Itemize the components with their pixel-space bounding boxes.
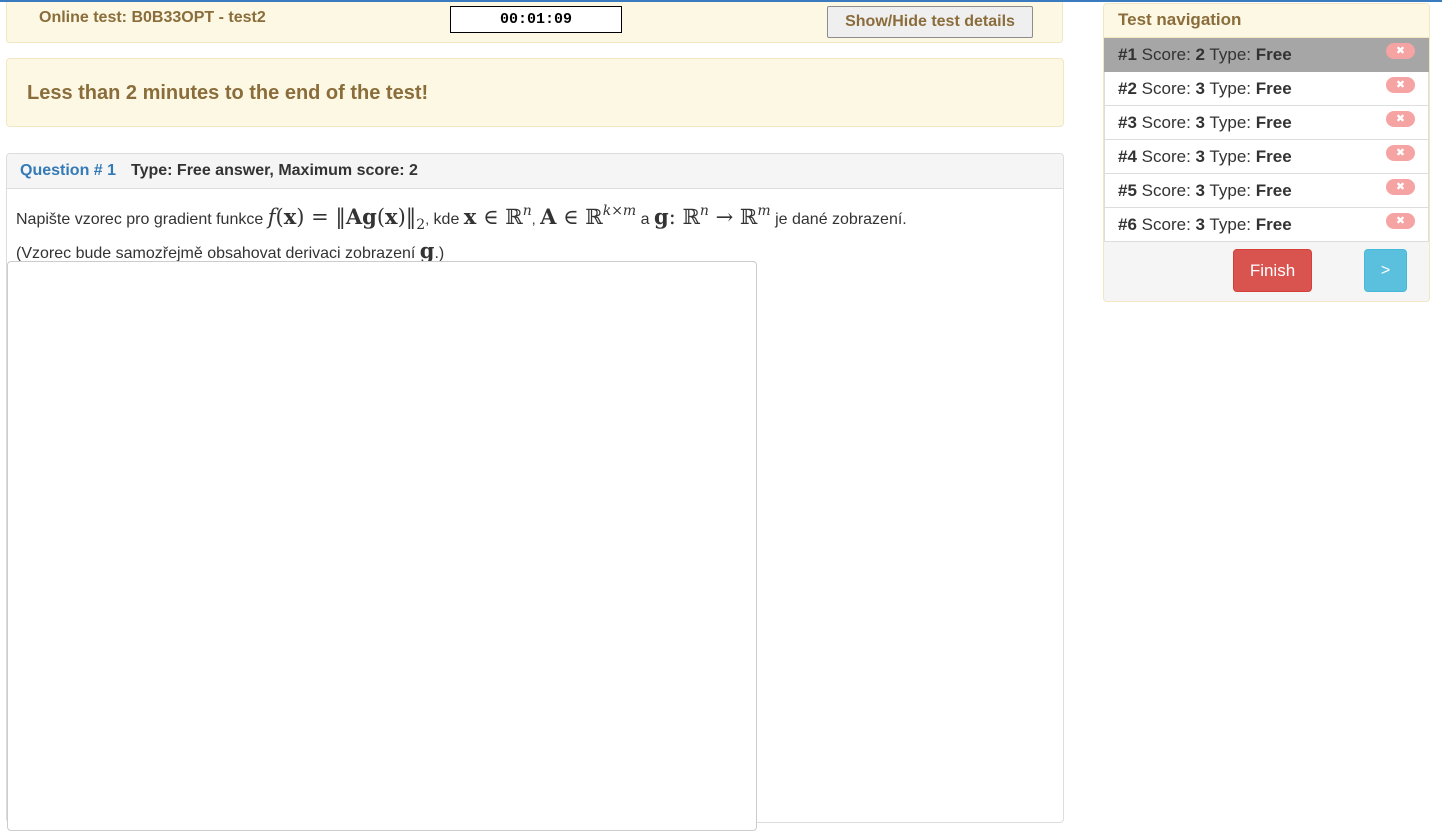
nav-item-label: #3 Score: 3 Type: Free	[1118, 113, 1292, 132]
nav-item-5[interactable]: #5 Score: 3 Type: Free ✖	[1104, 174, 1429, 208]
formula-g: g	[419, 238, 435, 264]
question-line2-end: .)	[434, 245, 445, 263]
nav-item-label: #4 Score: 3 Type: Free	[1118, 147, 1292, 166]
nav-item-3[interactable]: #3 Score: 3 Type: Free ✖	[1104, 106, 1429, 140]
question-panel: Question # 1 Type: Free answer, Maximum …	[6, 153, 1064, 831]
question-meta: Type: Free answer, Maximum score: 2	[131, 162, 418, 179]
formula-function: f(x) = ‖Ag(x)‖2	[267, 204, 426, 234]
nav-item-2[interactable]: #2 Score: 3 Type: Free ✖	[1104, 72, 1429, 106]
nav-item-label: #6 Score: 3 Type: Free	[1118, 215, 1292, 234]
formula-x-domain: x ∈ ℝn	[463, 203, 532, 229]
finish-button[interactable]: Finish	[1233, 249, 1312, 292]
nav-item-6[interactable]: #6 Score: 3 Type: Free ✖	[1104, 208, 1429, 242]
close-icon[interactable]: ✖	[1386, 77, 1415, 93]
nav-item-label: #1 Score: 2 Type: Free	[1118, 45, 1292, 64]
question-number: Question # 1	[20, 162, 117, 179]
question-list: #1 Score: 2 Type: Free ✖ #2 Score: 3 Typ…	[1104, 38, 1429, 242]
test-header: Online test: B0B33OPT - test2 00:01:09 S…	[6, 2, 1063, 43]
test-title: Online test: B0B33OPT - test2	[39, 9, 266, 26]
question-a: a	[640, 211, 650, 228]
close-icon[interactable]: ✖	[1386, 145, 1415, 161]
formula-a-matrix: A ∈ ℝk×m	[540, 203, 637, 229]
close-icon[interactable]: ✖	[1386, 43, 1415, 59]
question-end: je dané zobrazení.	[775, 211, 907, 228]
question-heading: Question # 1 Type: Free answer, Maximum …	[7, 154, 1063, 189]
nav-item-1[interactable]: #1 Score: 2 Type: Free ✖	[1104, 38, 1429, 72]
close-icon[interactable]: ✖	[1386, 179, 1415, 195]
close-icon[interactable]: ✖	[1386, 213, 1415, 229]
question-line2: (Vzorec bude samozřejmě obsahovat deriva…	[16, 245, 416, 263]
time-warning-alert: Less than 2 minutes to the end of the te…	[6, 58, 1064, 127]
navigation-title: Test navigation	[1118, 10, 1242, 29]
question-kde: kde	[433, 211, 460, 228]
test-navigation-panel: Test navigation #1 Score: 2 Type: Free ✖…	[1103, 3, 1430, 302]
answer-textarea[interactable]	[7, 261, 757, 831]
time-warning-text: Less than 2 minutes to the end of the te…	[27, 82, 429, 104]
close-icon[interactable]: ✖	[1386, 111, 1415, 127]
countdown-timer: 00:01:09	[450, 6, 622, 33]
nav-item-label: #5 Score: 3 Type: Free	[1118, 181, 1292, 200]
question-intro: Napište vzorec pro gradient funkce	[16, 211, 264, 228]
next-question-button[interactable]: >	[1364, 249, 1407, 292]
nav-item-label: #2 Score: 3 Type: Free	[1118, 79, 1292, 98]
show-hide-details-button[interactable]: Show/Hide test details	[827, 6, 1033, 38]
nav-item-4[interactable]: #4 Score: 3 Type: Free ✖	[1104, 140, 1429, 174]
formula-g-mapping: g: ℝn → ℝm	[654, 203, 771, 229]
question-text: Napište vzorec pro gradient funkce f(x) …	[16, 203, 907, 264]
navigation-heading: Test navigation	[1104, 4, 1429, 38]
